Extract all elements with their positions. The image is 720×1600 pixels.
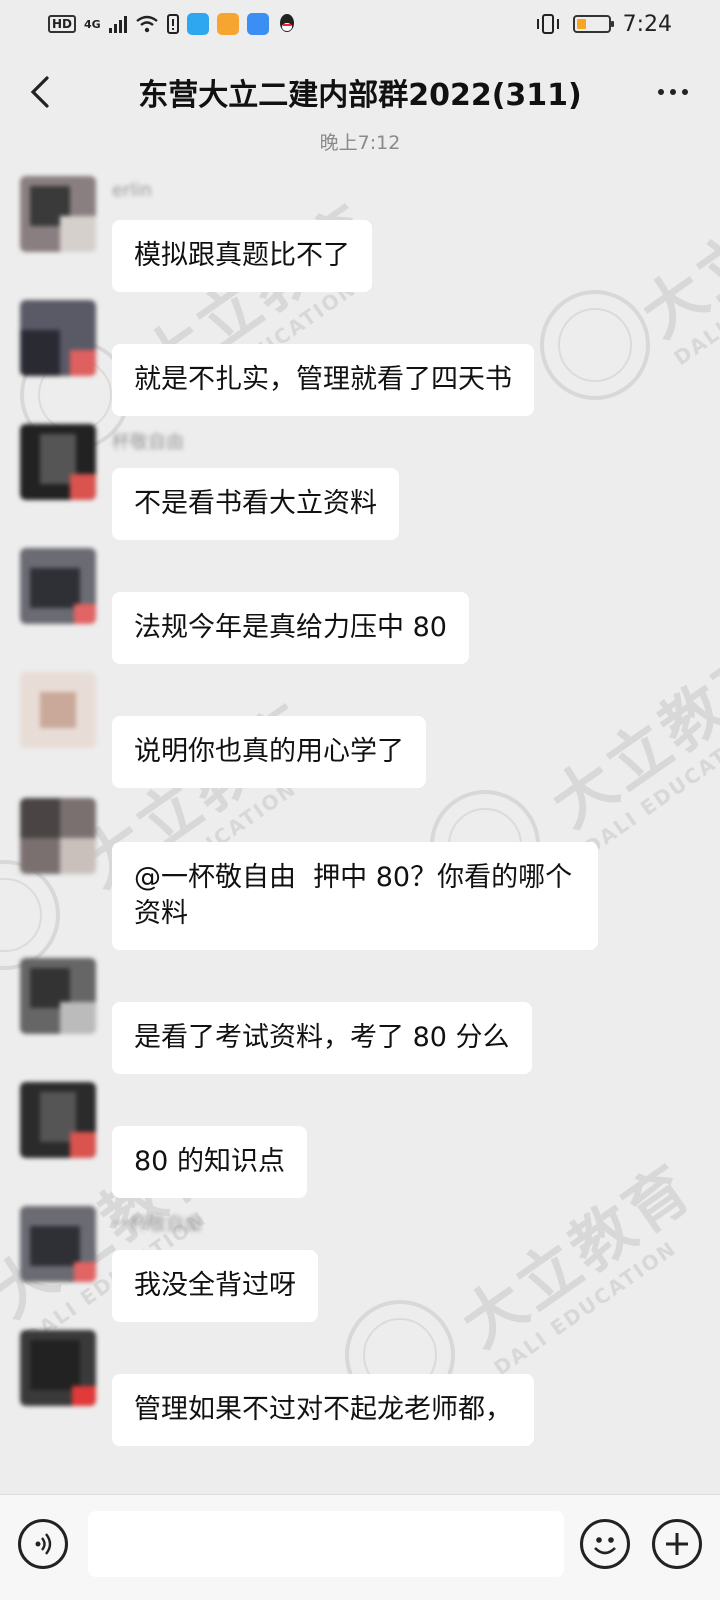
message-bubble[interactable]: 法规今年是真给力压中 80	[112, 592, 469, 664]
network-type: 4G	[84, 17, 101, 31]
chat-header: 东营大立二建内部群2022(311)	[0, 52, 720, 132]
avatar[interactable]	[20, 424, 96, 500]
sender-name: 一杯敬自由	[112, 1214, 202, 1235]
app-search-icon	[246, 13, 269, 35]
more-dots-icon	[658, 89, 664, 95]
message-bubble[interactable]: 就是不扎实，管理就看了四天书	[112, 344, 534, 416]
message-bubble[interactable]: 是看了考试资料，考了 80 分么	[112, 1002, 532, 1074]
message-bubble[interactable]: 模拟跟真题比不了	[112, 220, 372, 292]
sender-name	[112, 1334, 232, 1362]
more-button[interactable]	[648, 70, 698, 114]
message-bubble[interactable]: 管理如果不过对不起龙老师都，	[112, 1374, 534, 1446]
avatar[interactable]	[20, 798, 96, 874]
signal-icon	[108, 15, 127, 33]
app-blue-icon	[186, 13, 209, 35]
sender-name	[112, 676, 232, 704]
battery-icon	[572, 15, 614, 33]
status-time: 7:24	[622, 11, 672, 37]
emoji-button[interactable]	[580, 1519, 630, 1569]
sender-name: erlin	[112, 180, 152, 201]
input-bar	[0, 1494, 720, 1600]
app-orange-icon	[216, 13, 239, 35]
chat-title: 东营大立二建内部群2022(311)	[138, 78, 582, 113]
vibrate-icon	[536, 14, 559, 34]
message-bubble[interactable]: @一杯敬自由 押中 80？你看的哪个资料	[112, 842, 598, 950]
message-bubble[interactable]: 不是看书看大立资料	[112, 468, 399, 540]
message-bubble[interactable]: 80 的知识点	[112, 1126, 307, 1198]
back-button[interactable]	[18, 70, 62, 114]
sender-name	[112, 802, 232, 830]
avatar[interactable]	[20, 1330, 96, 1406]
avatar[interactable]	[20, 176, 96, 252]
message-bubble[interactable]: 说明你也真的用心学了	[112, 716, 426, 788]
qq-icon	[279, 14, 294, 32]
plus-button[interactable]	[652, 1519, 702, 1569]
wifi-icon	[135, 15, 158, 33]
voice-button[interactable]	[18, 1519, 68, 1569]
emoji-icon	[594, 1537, 616, 1555]
avatar[interactable]	[20, 1082, 96, 1158]
sender-name: 杯敬自由	[112, 432, 184, 453]
sender-name	[112, 962, 232, 990]
avatar[interactable]	[20, 548, 96, 624]
sender-name	[112, 552, 232, 580]
sender-name	[112, 304, 232, 332]
avatar[interactable]	[20, 672, 96, 748]
sender-name	[112, 1086, 232, 1114]
status-bar: HD 4G 7:24	[0, 0, 720, 48]
alert-icon	[166, 14, 179, 34]
avatar[interactable]	[20, 300, 96, 376]
message-input[interactable]	[88, 1511, 564, 1577]
plus-icon	[666, 1533, 688, 1555]
hd-badge: HD	[48, 15, 77, 33]
avatar[interactable]	[20, 1206, 96, 1282]
avatar[interactable]	[20, 958, 96, 1034]
chevron-left-icon	[30, 76, 49, 108]
message-timestamp: 晚上7:12	[319, 132, 401, 154]
message-bubble[interactable]: 我没全背过呀	[112, 1250, 318, 1322]
voice-icon	[35, 1533, 52, 1555]
